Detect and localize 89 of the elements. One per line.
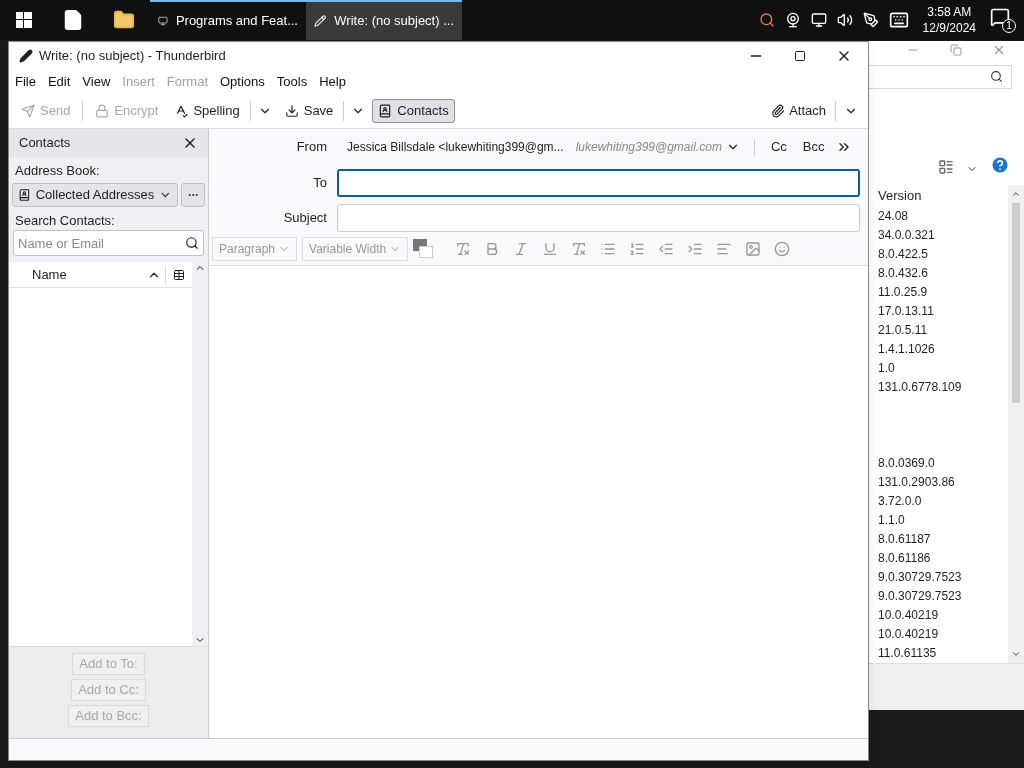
pencil-icon (19, 49, 33, 63)
paperclip-icon (771, 104, 786, 118)
address-book-icon (18, 187, 31, 202)
version-cell-text: 3.72.0.0 (878, 492, 923, 510)
version-cell-text: 10.0.40219 (878, 625, 940, 643)
subject-field[interactable] (337, 204, 860, 232)
from-email: lukewhiting399@gmail.com (575, 139, 722, 156)
scrollbar-thumb[interactable] (1012, 202, 1020, 403)
version-cell-text: 9.0.30729.7523 (878, 587, 963, 605)
version-cell-text: 8.0.61187 (878, 530, 932, 548)
lock-icon (95, 104, 110, 118)
version-cell-text: 10.0.40219 (878, 606, 940, 624)
search-icon[interactable] (758, 12, 775, 28)
field-label: Subject (282, 209, 327, 228)
window-title: Write: (no subject) - Thunderbird (39, 47, 226, 66)
toolbar-button[interactable]: Spelling (168, 99, 246, 123)
document-icon[interactable] (62, 9, 84, 31)
version-cell-text: 9.0.30729.7523 (878, 568, 963, 586)
field-label: To (312, 174, 327, 193)
to-field[interactable] (337, 169, 860, 197)
version-cell-text: 8.0.432.6 (878, 264, 930, 282)
version-cell-text: 24.08 (878, 207, 910, 225)
emoji-icon[interactable] (774, 241, 791, 257)
search-icon (990, 70, 1003, 84)
align-icon[interactable] (716, 241, 733, 257)
clock-date: 12/9/2024 (922, 20, 976, 36)
toolbar-button[interactable]: Save (278, 99, 340, 123)
clock-time: 3:58 AM (927, 4, 972, 20)
indent-icon[interactable] (687, 241, 704, 257)
column-header[interactable]: Name (9, 264, 147, 285)
version-cell-text: 8.0.61186 (878, 549, 932, 567)
version-cell-text: 131.0.6778.109 (878, 378, 963, 396)
bcc-button[interactable]: Bcc (802, 137, 825, 157)
version-cell-text: 131.0.2903.86 (878, 473, 956, 491)
text-color-icon[interactable] (413, 239, 434, 259)
webcam-icon[interactable] (784, 12, 801, 28)
column-header[interactable]: Version (878, 184, 1008, 207)
bullet-list-icon[interactable] (600, 241, 617, 257)
image-icon[interactable] (745, 241, 762, 257)
numbered-list-icon[interactable] (629, 241, 646, 257)
version-cell-text: 1.1.0 (878, 511, 906, 529)
keyboard-icon[interactable] (888, 10, 909, 30)
menu-item[interactable]: Tools (276, 72, 308, 92)
address-book-dropdown[interactable]: Collected Addresses (12, 182, 178, 207)
version-cell-text: 11.0.25.9 (878, 283, 929, 301)
help-icon[interactable] (990, 154, 1010, 175)
version-cell-text: 17.0.13.11 (878, 302, 935, 320)
send-icon (21, 104, 35, 118)
search-field[interactable]: Name or Email (13, 230, 204, 256)
pen-icon[interactable] (862, 12, 879, 28)
menu-item[interactable]: View (82, 72, 111, 92)
version-cell-text: 21.0.5.11 (878, 321, 929, 339)
cc-button[interactable]: Cc (770, 137, 787, 157)
version-cell-text: 1.4.1.1026 (878, 340, 936, 358)
version-cell-text: 8.0.422.5 (878, 245, 930, 263)
notification-icon[interactable] (990, 7, 1010, 27)
maximize-icon[interactable] (794, 50, 806, 62)
toolbar-button[interactable]: Contacts (372, 99, 455, 123)
menu-item[interactable]: Help (319, 72, 346, 92)
scrollbar[interactable] (1008, 184, 1024, 663)
windows-logo-icon (16, 12, 32, 28)
volume-icon[interactable] (836, 12, 853, 28)
version-cell-text: 34.0.0.321 (878, 226, 936, 244)
taskbar-button[interactable]: Write: (no subject) ... (306, 0, 462, 40)
field-label: From (295, 138, 327, 157)
folder-icon[interactable] (113, 9, 135, 31)
clock[interactable]: 3:58 AM 12/9/2024 (918, 4, 980, 36)
menu-item[interactable]: File (15, 72, 36, 92)
download-icon (284, 104, 299, 118)
search-icon (185, 236, 199, 250)
clear-format-icon[interactable] (571, 241, 588, 257)
sidebar-title: Contacts (19, 134, 71, 153)
outdent-icon[interactable] (658, 241, 675, 257)
menu-item[interactable]: Edit (47, 72, 71, 92)
column-picker-icon[interactable] (173, 268, 185, 281)
view-options-icon[interactable] (938, 158, 954, 175)
from-address[interactable]: Jessica Billsdale <lukewhiting399@gm... (347, 138, 564, 156)
version-cell-text: 11.0.61135 (878, 644, 938, 662)
version-cell-text: 1.0 (878, 359, 896, 377)
attach-button[interactable]: Attach (766, 99, 831, 123)
menu-item[interactable]: Options (220, 72, 265, 92)
field-label: Address Book: (14, 162, 101, 180)
address-book-icon (378, 104, 393, 118)
version-cell-text: 8.0.0369.0 (878, 454, 936, 472)
spellcheck-icon (174, 104, 189, 118)
underline-icon[interactable] (542, 241, 559, 257)
field-label: Search Contacts: (14, 211, 116, 230)
search-field[interactable] (868, 64, 1012, 89)
notification-count: 1 (1002, 19, 1016, 33)
